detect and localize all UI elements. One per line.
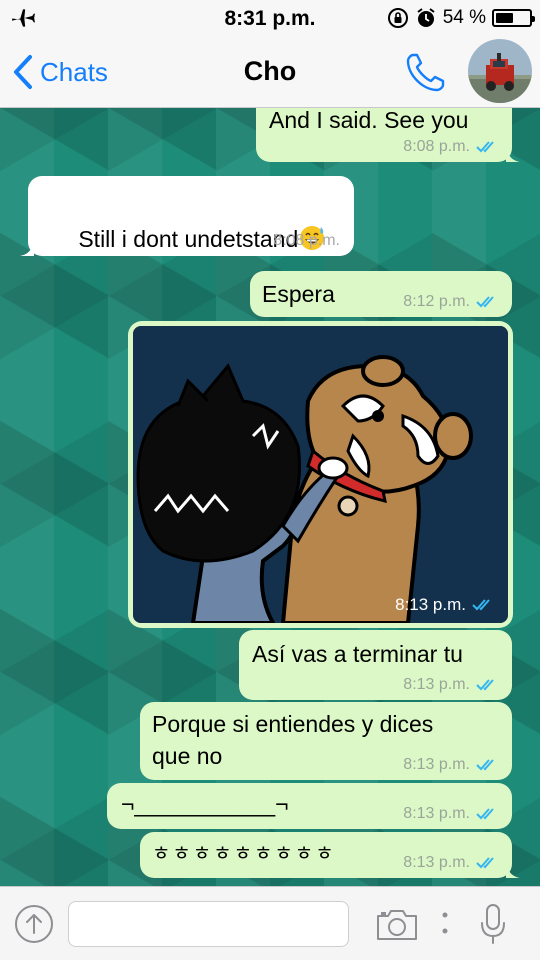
- message-bubble-incoming[interactable]: Still i dont undetstand 8:08 p.m.: [20, 176, 354, 256]
- battery-icon: [492, 9, 535, 27]
- message-input[interactable]: [68, 901, 349, 947]
- message-text: Porque si entiendes y dices que no: [152, 711, 434, 769]
- bubble-tail: [506, 862, 520, 878]
- message-bubble-outgoing[interactable]: And I said. See you 8:08 p.m.: [256, 108, 520, 162]
- message-time: 8:13 p.m.: [395, 595, 466, 614]
- avatar-image: [468, 39, 532, 103]
- double-check-icon: [476, 141, 494, 153]
- double-check-icon: [476, 808, 494, 820]
- status-bar: 8:31 p.m. 54 %: [0, 0, 540, 36]
- message-meta: 8:13 p.m.: [395, 595, 494, 615]
- chat-header: Chats Cho: [0, 36, 540, 108]
- message-bubble-outgoing[interactable]: Espera 8:12 p.m.: [250, 271, 512, 317]
- message-meta: 8:13 p.m.: [403, 854, 498, 872]
- microphone-icon[interactable]: [480, 903, 506, 945]
- cartoon-sticker-illustration: [133, 326, 508, 623]
- contact-avatar[interactable]: [468, 39, 532, 103]
- message-time: 8:13 p.m.: [403, 805, 470, 822]
- orientation-lock-icon: [387, 8, 408, 28]
- message-time: 8:08 p.m.: [403, 138, 470, 155]
- message-meta: 8:13 p.m.: [403, 756, 498, 774]
- message-time: 8:13 p.m.: [403, 756, 470, 773]
- message-meta: 8:08 p.m.: [403, 138, 498, 156]
- message-time: 8:12 p.m.: [403, 293, 470, 310]
- double-check-icon: [476, 759, 494, 771]
- double-check-icon: [476, 296, 494, 308]
- message-meta: 8:13 p.m.: [403, 805, 498, 823]
- message-text: ¬___________¬: [121, 791, 289, 817]
- status-right-group: 54 %: [387, 6, 535, 30]
- message-meta: 8:13 p.m.: [403, 676, 498, 694]
- contact-name[interactable]: Cho: [0, 56, 540, 87]
- sticker-image[interactable]: 8:13 p.m.: [133, 326, 508, 623]
- double-check-icon: [476, 857, 494, 869]
- message-text: Así vas a terminar tu: [252, 641, 463, 667]
- message-text: ㅎㅎㅎㅎㅎㅎㅎㅎㅎ: [152, 843, 336, 865]
- message-time: 8:08 p.m.: [273, 232, 340, 249]
- double-check-icon: [476, 679, 494, 691]
- message-bubble-outgoing[interactable]: Así vas a terminar tu 8:13 p.m.: [239, 630, 512, 700]
- composer-bar: [0, 886, 540, 960]
- double-check-icon: [472, 599, 490, 611]
- message-list[interactable]: And I said. See you 8:08 p.m. Still i do…: [0, 108, 540, 886]
- message-text: Espera: [262, 281, 335, 307]
- bubble-tail: [506, 146, 520, 162]
- message-bubble-outgoing[interactable]: ¬___________¬ 8:13 p.m.: [107, 783, 512, 829]
- message-bubble-outgoing[interactable]: ㅎㅎㅎㅎㅎㅎㅎㅎㅎ 8:13 p.m.: [140, 832, 520, 878]
- message-meta: 8:08 p.m.: [273, 232, 340, 250]
- battery-percentage: 54 %: [442, 7, 486, 28]
- message-time: 8:13 p.m.: [403, 676, 470, 693]
- camera-icon[interactable]: [376, 907, 418, 941]
- phone-icon[interactable]: [404, 50, 448, 94]
- battery-fill: [496, 13, 513, 23]
- more-icon[interactable]: [438, 907, 452, 941]
- message-text-content: Still i dont undetstand: [78, 226, 299, 252]
- upload-icon[interactable]: [14, 904, 54, 944]
- alarm-icon: [417, 8, 435, 27]
- message-bubble-outgoing[interactable]: Porque si entiendes y dices que no 8:13 …: [140, 702, 512, 780]
- image-message[interactable]: 8:13 p.m.: [128, 321, 513, 628]
- message-time: 8:13 p.m.: [403, 854, 470, 871]
- message-meta: 8:12 p.m.: [403, 293, 498, 311]
- bubble-tail: [20, 240, 34, 256]
- message-text: And I said. See you: [269, 108, 469, 133]
